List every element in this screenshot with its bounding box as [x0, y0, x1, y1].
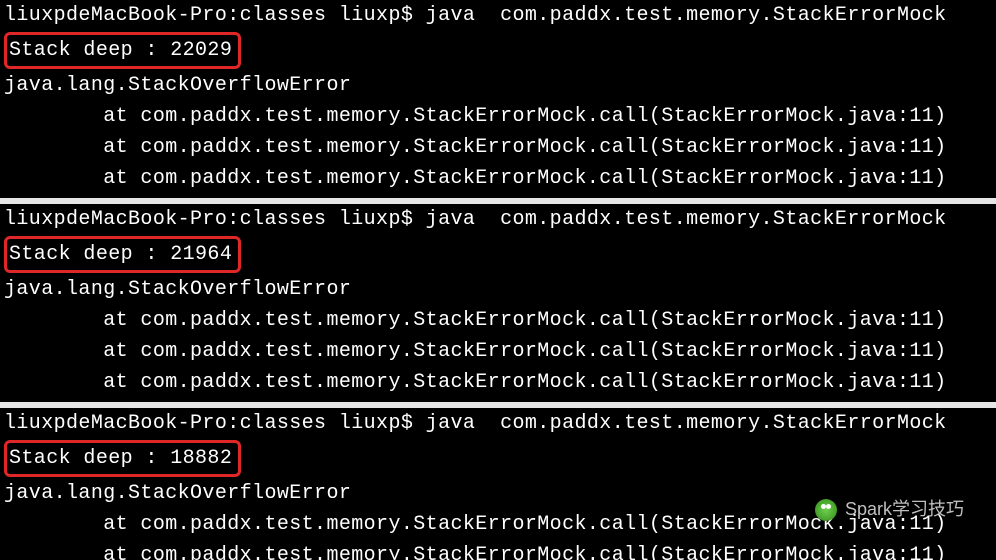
error-line: java.lang.StackOverflowError — [4, 274, 992, 305]
stack-frame: at com.paddx.test.memory.StackErrorMock.… — [4, 163, 992, 194]
stack-frame: at com.paddx.test.memory.StackErrorMock.… — [4, 305, 992, 336]
stack-frame: at com.paddx.test.memory.StackErrorMock.… — [4, 540, 992, 560]
screenshot-container: liuxpdeMacBook-Pro:classes liuxp$ java c… — [0, 0, 996, 560]
stack-deep-highlight: Stack deep : 21964 — [4, 236, 241, 273]
terminal-section-2: liuxpdeMacBook-Pro:classes liuxp$ java c… — [0, 204, 996, 402]
stack-frame: at com.paddx.test.memory.StackErrorMock.… — [4, 101, 992, 132]
stack-deep-highlight: Stack deep : 18882 — [4, 440, 241, 477]
stack-deep-highlight: Stack deep : 22029 — [4, 32, 241, 69]
stack-deep-value: Stack deep : 21964 — [9, 243, 232, 266]
prompt-line: liuxpdeMacBook-Pro:classes liuxp$ java c… — [4, 204, 992, 235]
stack-frame: at com.paddx.test.memory.StackErrorMock.… — [4, 367, 992, 398]
terminal-section-1: liuxpdeMacBook-Pro:classes liuxp$ java c… — [0, 0, 996, 198]
stack-deep-value: Stack deep : 18882 — [9, 447, 232, 470]
stack-frame: at com.paddx.test.memory.StackErrorMock.… — [4, 132, 992, 163]
error-line: java.lang.StackOverflowError — [4, 70, 992, 101]
prompt-line: liuxpdeMacBook-Pro:classes liuxp$ java c… — [4, 408, 992, 439]
error-line: java.lang.StackOverflowError — [4, 478, 992, 509]
terminal-section-3: liuxpdeMacBook-Pro:classes liuxp$ java c… — [0, 408, 996, 560]
stack-frame: at com.paddx.test.memory.StackErrorMock.… — [4, 509, 992, 540]
stack-frame: at com.paddx.test.memory.StackErrorMock.… — [4, 336, 992, 367]
stack-deep-value: Stack deep : 22029 — [9, 39, 232, 62]
prompt-line: liuxpdeMacBook-Pro:classes liuxp$ java c… — [4, 0, 992, 31]
